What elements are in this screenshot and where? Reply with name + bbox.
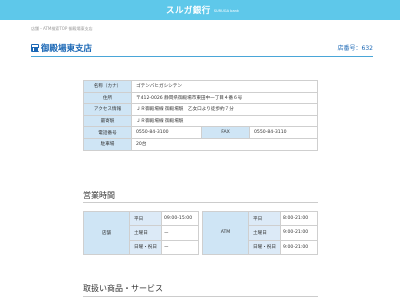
atm-hours-label: ATM — [202, 211, 249, 255]
store-number: 店番号：632 — [337, 45, 373, 52]
row-value: ＪＲ御殿場線 御殿場駅 — [131, 114, 318, 128]
row-value: ＪＲ御殿場線 御殿場駅 乙女口より徒歩約７分 — [131, 103, 318, 116]
row-label: 最寄駅 — [83, 114, 132, 128]
logo-text: スルガ銀行 — [166, 6, 211, 16]
phone-number[interactable]: 0550-84-3100 — [131, 126, 202, 139]
row-label: 駐車場 — [83, 137, 132, 151]
table-row: アクセス情報 ＪＲ御殿場線 御殿場駅 乙女口より徒歩約７分 — [83, 103, 318, 116]
table-row: 名称（カナ） ゴテンバヒガシシテン — [83, 80, 318, 93]
table-row: ATM 平日 8:00-21:00 — [202, 210, 318, 255]
hours-divider — [83, 202, 318, 203]
day-label: 平日 — [129, 210, 162, 227]
logo-subtext: SURUGA bank — [213, 9, 240, 13]
title-row: 御殿場東支店 店番号：632 — [31, 40, 373, 55]
bank-logo[interactable]: スルガ銀行 SURUGA bank — [166, 3, 239, 17]
day-label: 平日 — [248, 210, 281, 227]
products-heading: 取扱い商品・サービス — [83, 284, 163, 293]
fax-label: FAX — [201, 126, 250, 139]
row-label: アクセス情報 — [83, 103, 132, 116]
top-header-bar: スルガ銀行 SURUGA bank — [0, 0, 400, 20]
breadcrumb[interactable]: 店舗・ATM検索TOP 御殿場東支店 — [31, 26, 93, 32]
day-label: 日曜・祝日 — [129, 239, 162, 255]
time-value: ー — [161, 225, 199, 241]
time-value: 09:00-15:00 — [161, 210, 199, 227]
bank-building-icon — [31, 43, 39, 52]
day-label: 土曜日 — [248, 225, 281, 241]
hours-heading: 営業時間 — [83, 191, 115, 200]
day-label: 日曜・祝日 — [248, 239, 281, 255]
row-value: 〒412-0026 静岡県御殿場市東田中一丁目４番６号 — [131, 91, 318, 105]
branch-hours-table: 店舗 平日 09:00-15:00 土曜日 ー 日曜・祝日 ー — [83, 210, 199, 255]
fax-number: 0550-84-3110 — [249, 126, 318, 139]
row-label: 名称（カナ） — [83, 80, 132, 93]
products-divider — [83, 296, 318, 297]
day-label: 土曜日 — [129, 225, 162, 241]
time-value: ー — [161, 239, 199, 255]
table-row: 店舗 平日 09:00-15:00 — [83, 210, 199, 255]
row-value: 20台 — [131, 137, 318, 151]
page-title: 御殿場東支店 — [41, 43, 93, 54]
branch-hours-label: 店舗 — [83, 211, 130, 255]
table-row: 電話番号 0550-84-3100 FAX 0550-84-3110 — [83, 126, 318, 139]
table-row: 住所 〒412-0026 静岡県御殿場市東田中一丁目４番６号 — [83, 91, 318, 105]
branch-info-table: 名称（カナ） ゴテンバヒガシシテン 住所 〒412-0026 静岡県御殿場市東田… — [83, 80, 318, 151]
row-value: ゴテンバヒガシシテン — [131, 80, 318, 93]
atm-hours-table: ATM 平日 8:00-21:00 土曜日 9:00-21:00 日曜・祝日 9… — [202, 210, 318, 255]
table-row: 駐車場 20台 — [83, 137, 318, 151]
row-label: 電話番号 — [83, 126, 132, 139]
time-value: 9:00-21:00 — [280, 225, 318, 241]
title-divider — [31, 56, 373, 57]
table-row: 最寄駅 ＪＲ御殿場線 御殿場駅 — [83, 114, 318, 128]
time-value: 9:00-21:00 — [280, 239, 318, 255]
time-value: 8:00-21:00 — [280, 210, 318, 227]
row-label: 住所 — [83, 91, 132, 105]
